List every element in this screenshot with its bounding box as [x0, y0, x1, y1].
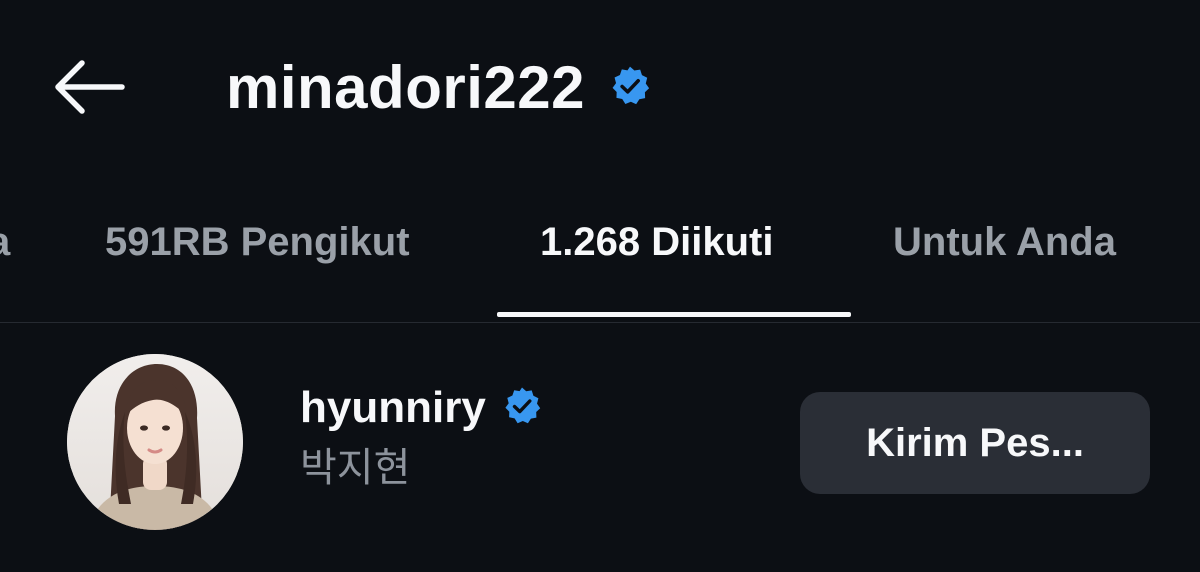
verified-badge-icon	[609, 65, 651, 112]
active-tab-indicator	[497, 312, 851, 317]
follow-tabs: a 591RB Pengikut 1.268 Diikuti Untuk And…	[0, 196, 1200, 322]
list-item[interactable]: hyunniry 박지현 Kirim Pes...	[0, 340, 1200, 550]
user-name-row: hyunniry	[300, 382, 542, 434]
list-item-username[interactable]: hyunniry	[300, 386, 486, 430]
profile-title: minadori222	[226, 50, 651, 126]
tab-for-you[interactable]: Untuk Anda	[893, 222, 1116, 262]
top-bar: minadori222	[0, 0, 1200, 180]
tab-following[interactable]: 1.268 Diikuti	[540, 222, 773, 262]
back-button[interactable]	[48, 55, 128, 119]
profile-username: minadori222	[226, 54, 585, 121]
avatar[interactable]	[67, 354, 243, 530]
verified-badge-icon	[502, 386, 542, 431]
send-message-button[interactable]: Kirim Pes...	[800, 392, 1150, 494]
arrow-left-icon	[55, 60, 125, 114]
tab-followers[interactable]: 591RB Pengikut	[105, 222, 410, 262]
list-item-full-name: 박지현	[300, 445, 411, 491]
divider	[0, 322, 1200, 323]
tab-partial[interactable]: a	[0, 222, 10, 262]
